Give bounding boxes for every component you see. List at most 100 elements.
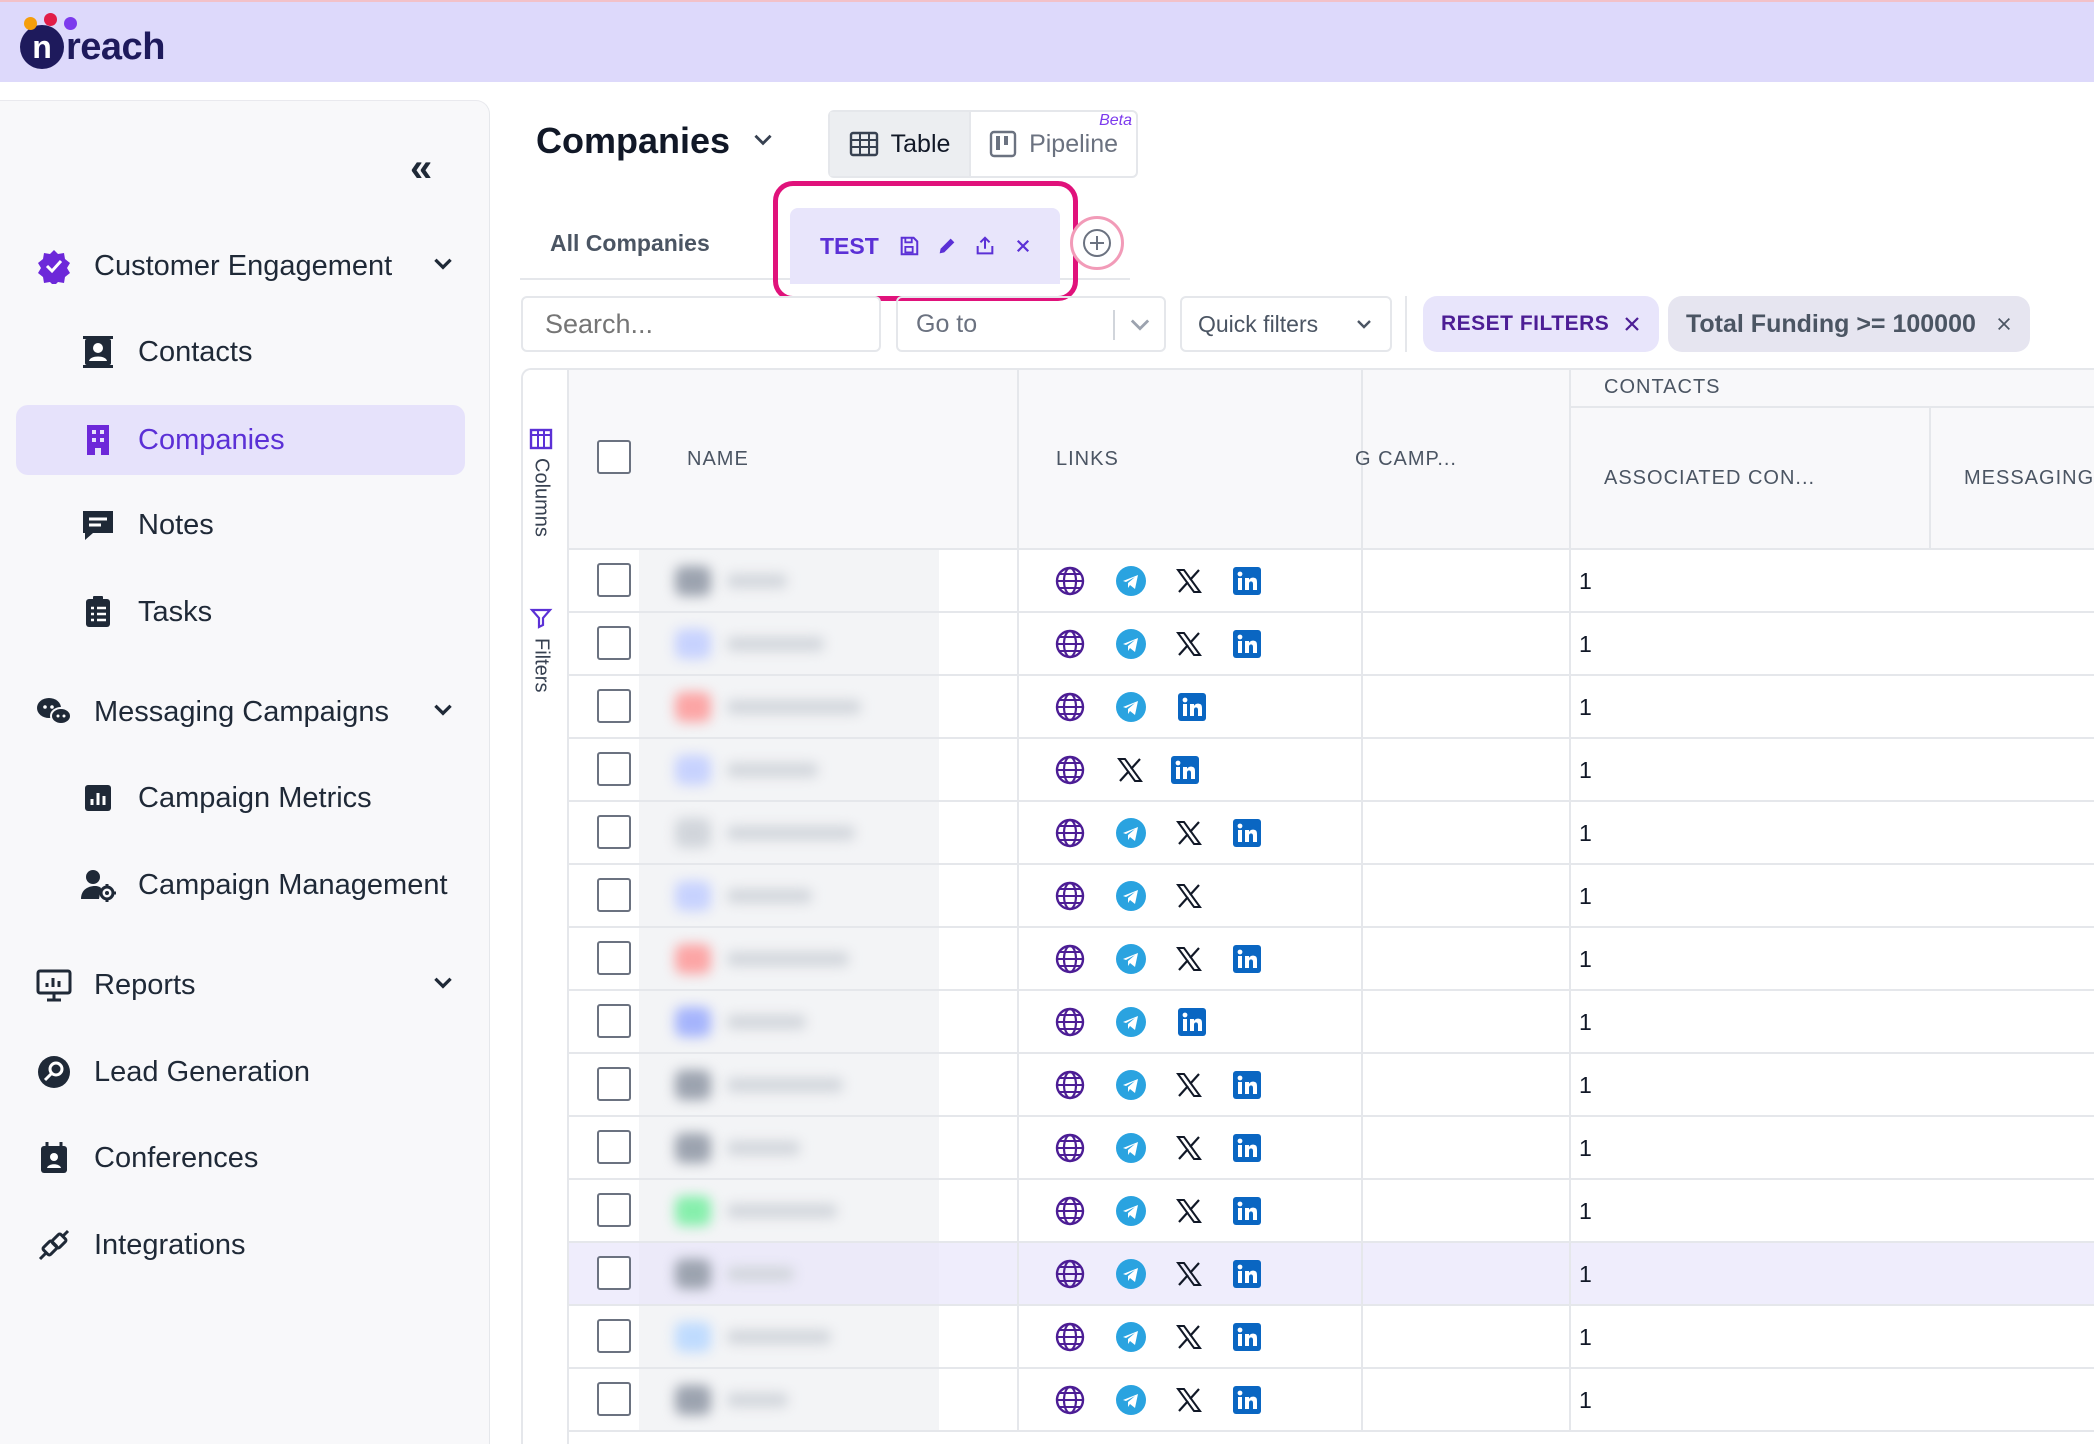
x-twitter-icon[interactable] [1173, 1132, 1205, 1164]
website-link-icon[interactable] [1054, 1258, 1086, 1290]
linkedin-icon[interactable] [1231, 943, 1263, 975]
company-name-cell-redacted[interactable] [639, 991, 939, 1052]
company-name-cell-redacted[interactable] [639, 802, 939, 863]
company-name-cell-redacted[interactable] [639, 550, 939, 611]
row-checkbox[interactable] [597, 626, 631, 660]
row-checkbox[interactable] [597, 689, 631, 723]
website-link-icon[interactable] [1054, 1195, 1086, 1227]
collapse-sidebar-button[interactable]: « [410, 146, 432, 191]
table-row[interactable]: 1 [569, 613, 2094, 676]
linkedin-icon[interactable] [1169, 754, 1201, 786]
sidebar-item-companies[interactable]: Companies [16, 405, 465, 475]
telegram-icon[interactable] [1115, 1384, 1147, 1416]
column-header-campaigns[interactable]: G CAMP... [1355, 448, 1457, 471]
table-row[interactable]: 1 [569, 865, 2094, 928]
columns-panel-toggle[interactable]: Columns [529, 428, 553, 537]
table-row[interactable]: 1 [569, 1117, 2094, 1180]
company-name-cell-redacted[interactable] [639, 928, 939, 989]
search-input[interactable] [521, 296, 881, 352]
linkedin-icon[interactable] [1231, 565, 1263, 597]
linkedin-icon[interactable] [1231, 1384, 1263, 1416]
website-link-icon[interactable] [1054, 1006, 1086, 1038]
linkedin-icon[interactable] [1231, 817, 1263, 849]
sidebar-item-lead-generation[interactable]: Lead Generation [32, 1050, 465, 1094]
company-name-cell-redacted[interactable] [639, 1054, 939, 1115]
chevron-down-icon[interactable] [750, 126, 776, 159]
linkedin-icon[interactable] [1231, 1195, 1263, 1227]
telegram-icon[interactable] [1115, 1321, 1147, 1353]
telegram-icon[interactable] [1115, 628, 1147, 660]
chevron-down-icon[interactable] [430, 969, 456, 1002]
save-icon[interactable] [897, 234, 921, 258]
x-twitter-icon[interactable] [1173, 943, 1205, 975]
chevron-down-icon[interactable] [430, 250, 456, 283]
x-twitter-icon[interactable] [1173, 1384, 1205, 1416]
company-name-cell-redacted[interactable] [639, 1180, 939, 1241]
sidebar-item-contacts[interactable]: Contacts [76, 330, 465, 374]
linkedin-icon[interactable] [1231, 1132, 1263, 1164]
pipeline-view-button[interactable]: Pipeline Beta [971, 112, 1136, 176]
sidebar-item-campaign-management[interactable]: Campaign Management [76, 863, 465, 907]
row-checkbox[interactable] [597, 815, 631, 849]
telegram-icon[interactable] [1115, 880, 1147, 912]
website-link-icon[interactable] [1054, 880, 1086, 912]
quick-filters-dropdown[interactable]: Quick filters [1180, 296, 1392, 352]
column-header-messaging[interactable]: MESSAGING C [1964, 467, 2094, 490]
page-title[interactable]: Companies [536, 120, 730, 162]
reset-filters-button[interactable]: RESET FILTERS [1423, 296, 1660, 352]
telegram-icon[interactable] [1115, 565, 1147, 597]
table-row[interactable]: 1 [569, 739, 2094, 802]
column-header-associated-contacts[interactable]: ASSOCIATED CON... [1604, 467, 1815, 490]
table-row[interactable]: 1 [569, 1054, 2094, 1117]
row-checkbox[interactable] [597, 941, 631, 975]
table-row[interactable]: 1 [569, 676, 2094, 739]
table-row[interactable]: 1 [569, 1180, 2094, 1243]
row-checkbox[interactable] [597, 1067, 631, 1101]
chevron-down-icon[interactable] [430, 696, 456, 729]
website-link-icon[interactable] [1054, 1321, 1086, 1353]
column-header-links[interactable]: LINKS [1056, 448, 1119, 471]
website-link-icon[interactable] [1054, 943, 1086, 975]
x-twitter-icon[interactable] [1173, 1069, 1205, 1101]
add-tab-button[interactable] [1070, 216, 1124, 270]
x-twitter-icon[interactable] [1173, 880, 1205, 912]
telegram-icon[interactable] [1115, 1069, 1147, 1101]
row-checkbox[interactable] [597, 1004, 631, 1038]
close-icon[interactable] [1996, 316, 2012, 332]
company-name-cell-redacted[interactable] [639, 1117, 939, 1178]
company-name-cell-redacted[interactable] [639, 613, 939, 674]
table-row[interactable]: 1 [569, 928, 2094, 991]
table-row[interactable]: 1 [569, 1369, 2094, 1432]
table-row[interactable]: 1 [569, 1306, 2094, 1369]
website-link-icon[interactable] [1054, 628, 1086, 660]
website-link-icon[interactable] [1054, 1384, 1086, 1416]
sidebar-item-conferences[interactable]: Conferences [32, 1136, 465, 1180]
telegram-icon[interactable] [1115, 691, 1147, 723]
x-twitter-icon[interactable] [1173, 1195, 1205, 1227]
company-name-cell-redacted[interactable] [639, 676, 939, 737]
linkedin-icon[interactable] [1176, 1006, 1208, 1038]
x-twitter-icon[interactable] [1173, 628, 1205, 660]
row-checkbox[interactable] [597, 563, 631, 597]
telegram-icon[interactable] [1115, 943, 1147, 975]
company-name-cell-redacted[interactable] [639, 739, 939, 800]
website-link-icon[interactable] [1054, 565, 1086, 597]
telegram-icon[interactable] [1115, 817, 1147, 849]
sidebar-item-customer-engagement[interactable]: Customer Engagement [32, 244, 465, 288]
sidebar-item-integrations[interactable]: Integrations [32, 1223, 465, 1267]
row-checkbox[interactable] [597, 1256, 631, 1290]
table-row[interactable]: 1 [569, 550, 2094, 613]
telegram-icon[interactable] [1115, 1258, 1147, 1290]
row-checkbox[interactable] [597, 1319, 631, 1353]
telegram-icon[interactable] [1115, 1132, 1147, 1164]
select-all-checkbox[interactable] [597, 440, 631, 474]
nreach-logo[interactable]: n reach [20, 12, 165, 72]
filter-chip-total-funding[interactable]: Total Funding >= 100000 [1668, 296, 2030, 352]
share-icon[interactable] [973, 234, 997, 258]
sidebar-item-reports[interactable]: Reports [32, 963, 465, 1007]
x-twitter-icon[interactable] [1173, 565, 1205, 597]
linkedin-icon[interactable] [1176, 691, 1208, 723]
website-link-icon[interactable] [1054, 1132, 1086, 1164]
close-icon[interactable] [1011, 234, 1035, 258]
website-link-icon[interactable] [1054, 817, 1086, 849]
